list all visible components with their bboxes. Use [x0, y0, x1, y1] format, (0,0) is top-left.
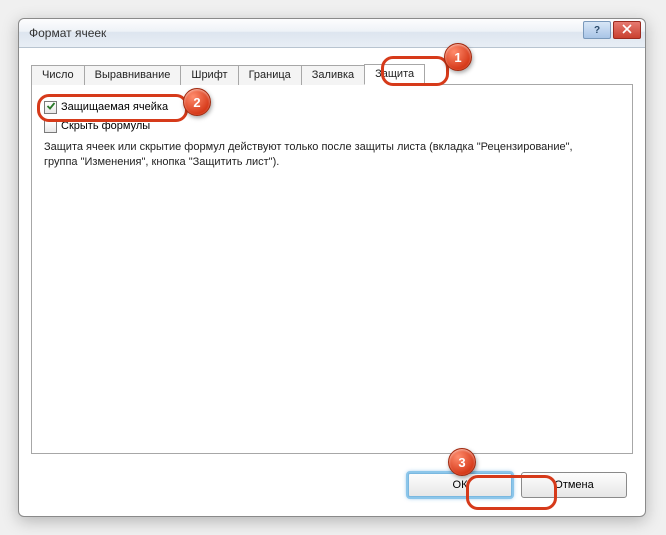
tab-number[interactable]: Число: [31, 65, 85, 85]
tab-fill[interactable]: Заливка: [301, 65, 365, 85]
locked-label: Защищаемая ячейка: [61, 101, 168, 113]
hidden-row: Скрыть формулы: [44, 118, 620, 134]
cancel-button[interactable]: Отмена: [521, 472, 627, 498]
help-icon: ?: [594, 25, 600, 36]
window-buttons: ?: [583, 21, 641, 39]
window-title: Формат ячеек: [29, 26, 106, 40]
button-bar: ОК Отмена: [19, 462, 645, 516]
protection-description: Защита ячеек или скрытие формул действую…: [44, 140, 604, 170]
locked-checkbox[interactable]: [44, 101, 57, 114]
close-button[interactable]: [613, 21, 641, 39]
close-icon: [622, 24, 632, 37]
dialog-window: Формат ячеек ? Число Выравнивание Шрифт …: [18, 18, 646, 517]
annotation-callout-3: 3: [448, 448, 476, 476]
check-icon: [46, 101, 56, 114]
tab-font[interactable]: Шрифт: [180, 65, 238, 85]
help-button[interactable]: ?: [583, 21, 611, 39]
tab-content: Защищаемая ячейка Скрыть формулы Защита …: [31, 85, 633, 454]
hidden-checkbox[interactable]: [44, 120, 57, 133]
tab-border[interactable]: Граница: [238, 65, 302, 85]
titlebar[interactable]: Формат ячеек ?: [19, 19, 645, 48]
ok-label: ОК: [453, 479, 468, 491]
annotation-callout-1: 1: [444, 43, 472, 71]
tab-alignment[interactable]: Выравнивание: [84, 65, 182, 85]
tab-bar: Число Выравнивание Шрифт Граница Заливка…: [31, 60, 633, 85]
annotation-callout-2: 2: [183, 88, 211, 116]
cancel-label: Отмена: [554, 479, 593, 491]
tab-protection[interactable]: Защита: [364, 64, 425, 85]
hidden-label: Скрыть формулы: [61, 120, 150, 132]
locked-row: Защищаемая ячейка: [44, 99, 620, 115]
